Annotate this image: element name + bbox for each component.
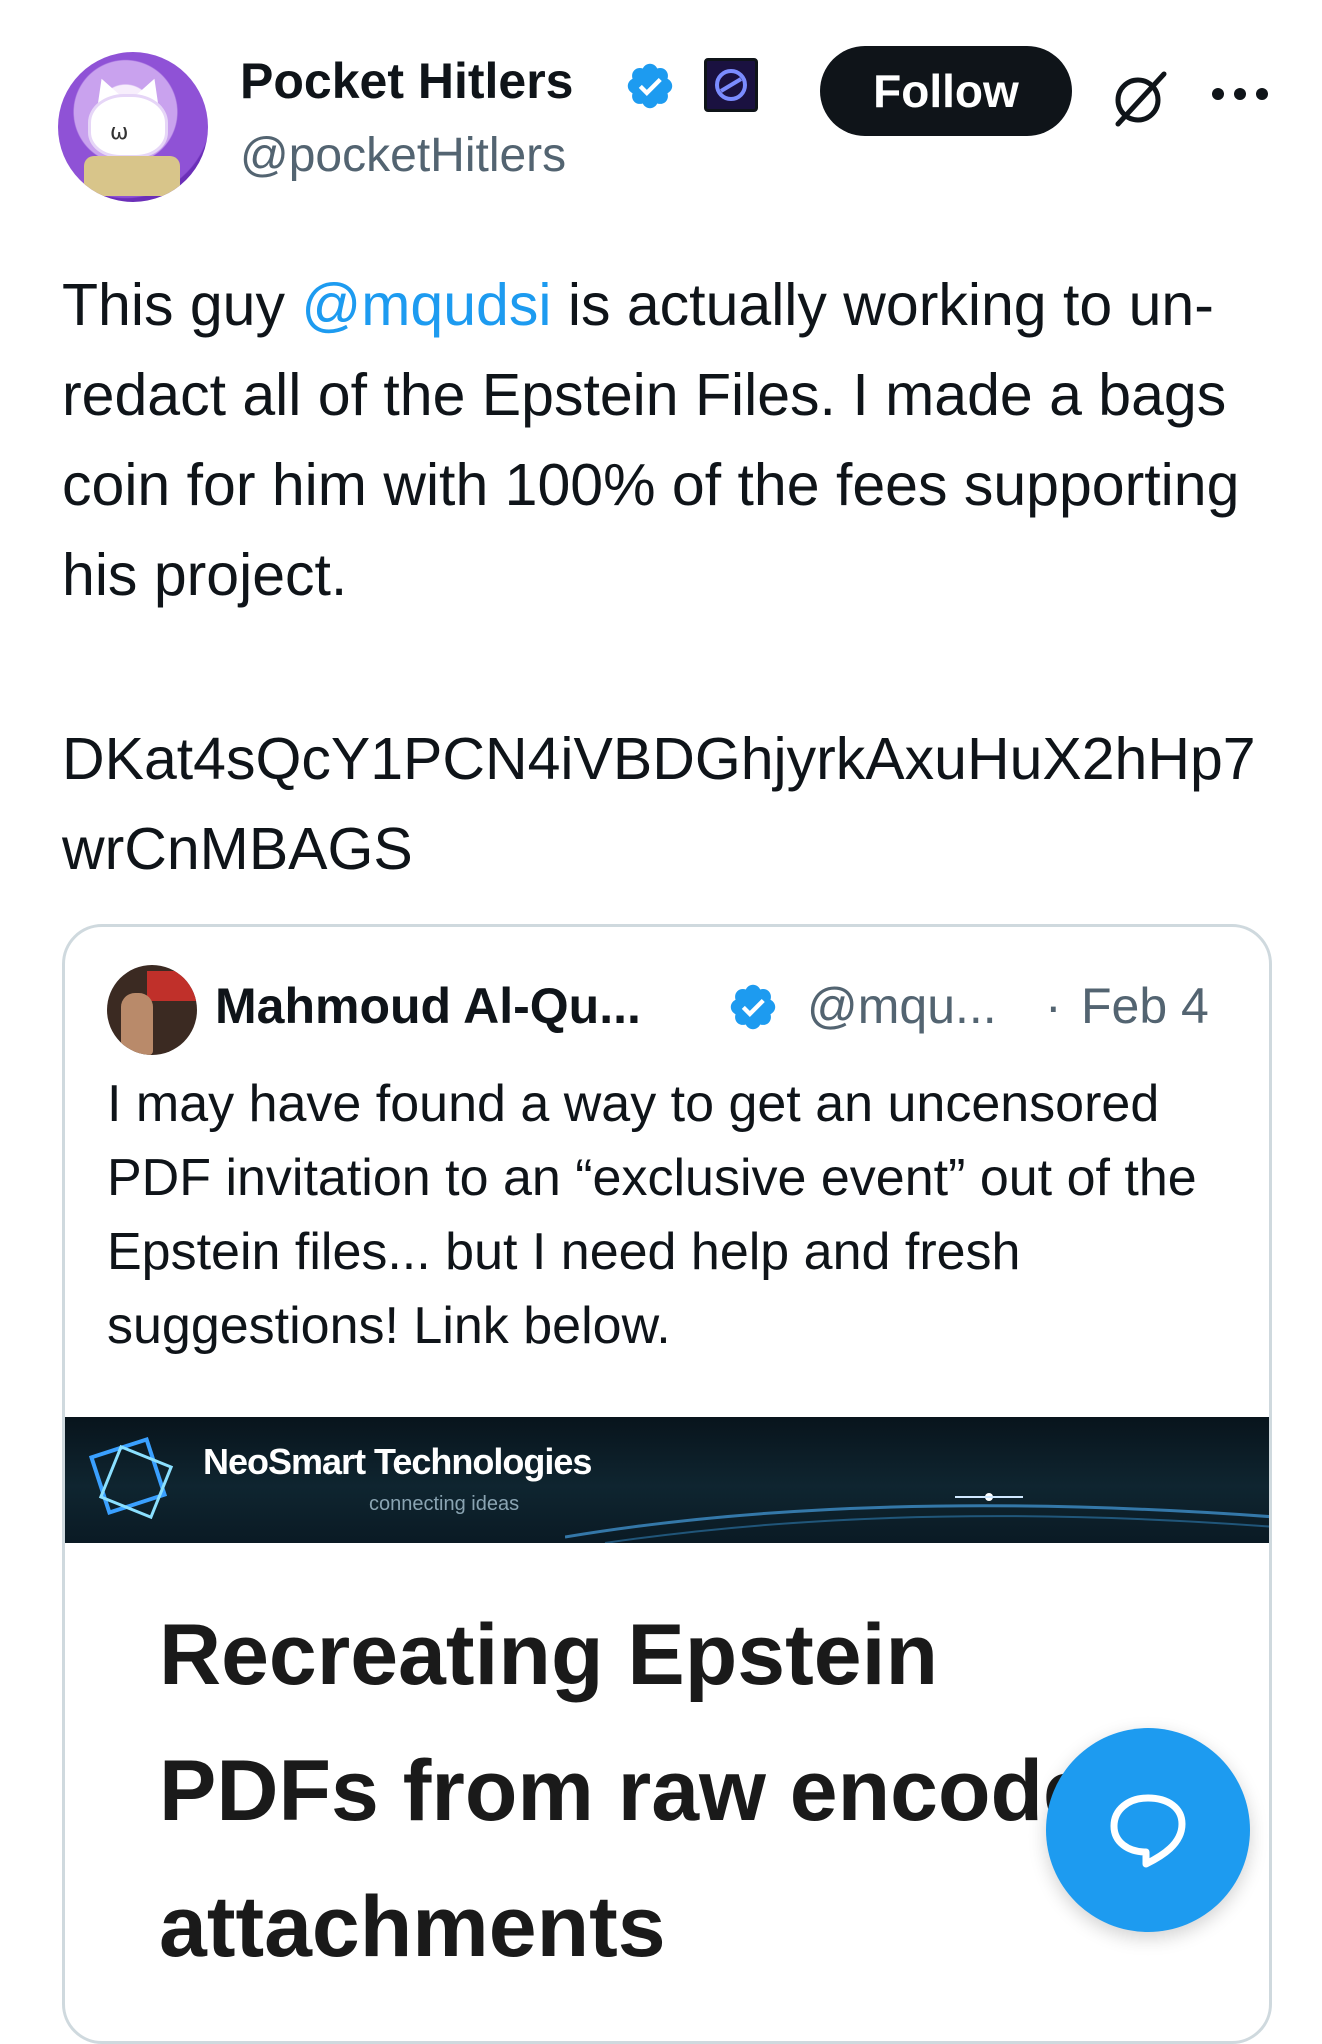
grok-icon[interactable] — [1108, 66, 1172, 130]
banner-swoosh-decoration — [565, 1493, 1269, 1543]
link-card-banner[interactable]: NeoSmart Technologies connecting ideas — [65, 1417, 1269, 1543]
avatar-person — [121, 993, 153, 1055]
author-avatar[interactable]: ω — [58, 52, 208, 202]
quote-author-avatar[interactable] — [107, 965, 197, 1055]
verified-badge-icon — [627, 63, 673, 109]
tweet-header: ω Pocket Hitlers @pocketHitlers Follow — [0, 0, 1322, 210]
quote-text: I may have found a way to get an uncenso… — [107, 1075, 1197, 1355]
avatar-background-sign — [147, 971, 197, 1001]
quote-author-handle[interactable]: @mqu... — [807, 977, 997, 1035]
link-card-article-title[interactable]: Recreating Epstein PDFs from raw encoded… — [159, 1587, 1159, 1995]
neosmart-logo-icon — [88, 1436, 174, 1520]
organization-badge-icon — [704, 58, 758, 112]
author-handle[interactable]: @pocketHitlers — [240, 128, 566, 183]
mention-link[interactable]: @mqudsi — [301, 272, 551, 338]
reply-fab-button[interactable] — [1046, 1728, 1250, 1932]
meta-separator: · — [1045, 978, 1062, 1034]
quote-date[interactable]: Feb 4 — [1081, 977, 1209, 1035]
follow-button[interactable]: Follow — [820, 46, 1072, 136]
tweet-body: This guy @mqudsi is actually working to … — [62, 260, 1282, 620]
avatar-mouth: ω — [110, 120, 129, 145]
tweet-text-before: This guy — [62, 272, 302, 338]
more-options-icon[interactable] — [1208, 74, 1272, 114]
author-display-name[interactable]: Pocket Hitlers — [240, 52, 573, 110]
quote-author-name[interactable]: Mahmoud Al-Qu... — [215, 977, 641, 1035]
verified-badge-icon — [730, 984, 776, 1030]
avatar-armor — [84, 156, 180, 196]
contract-address: DKat4sQcY1PCN4iVBDGhjyrkAxuHuX2hHp7wrCnM… — [62, 726, 1256, 882]
banner-brand-tagline: connecting ideas — [369, 1493, 520, 1515]
reply-bubble-icon — [1110, 1794, 1186, 1868]
banner-brand-title: NeoSmart Technologies — [203, 1441, 592, 1482]
